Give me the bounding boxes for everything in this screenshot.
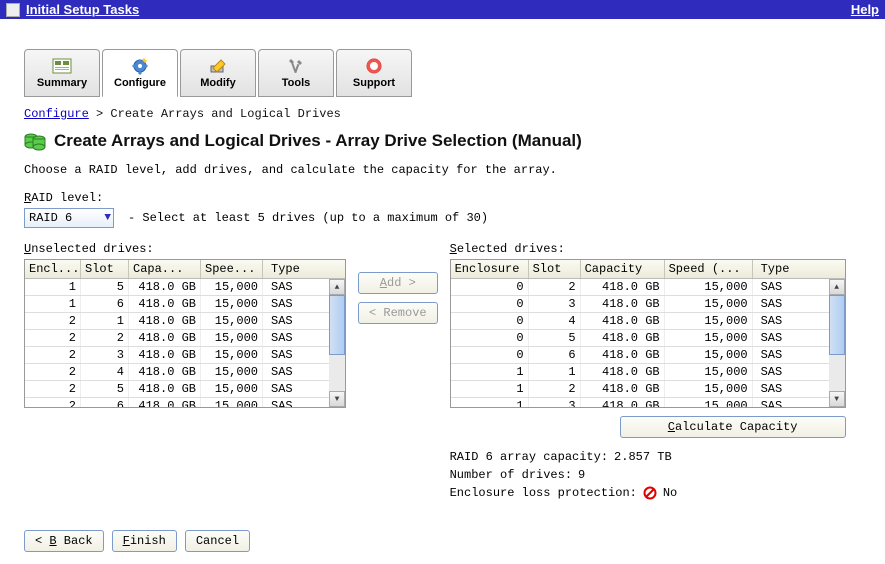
unselected-header: Encl... Slot Capa... Spee... Type [25, 260, 345, 279]
selected-drives-panel: Selected drives: Enclosure Slot Capacity… [450, 242, 846, 408]
breadcrumb-link-configure[interactable]: Configure [24, 107, 89, 121]
tabs-row: Summary Configure Modify Tools Support [24, 49, 861, 97]
table-row[interactable]: 13418.0 GB15,000SAS [451, 398, 829, 407]
instruction-text: Choose a RAID level, add drives, and cal… [24, 163, 861, 177]
window-title: Initial Setup Tasks [6, 2, 139, 17]
capacity-value: 2.857 TB [614, 448, 672, 466]
table-row[interactable]: 24418.0 GB15,000SAS [25, 364, 329, 381]
table-row[interactable]: 23418.0 GB15,000SAS [25, 347, 329, 364]
wizard-buttons: < B Back Finish Cancel [24, 530, 861, 552]
breadcrumb-sep: > [96, 107, 103, 121]
table-row[interactable]: 25418.0 GB15,000SAS [25, 381, 329, 398]
table-row[interactable]: 12418.0 GB15,000SAS [451, 381, 829, 398]
tab-label: Modify [200, 77, 235, 89]
table-row[interactable]: 16418.0 GB15,000SAS [25, 296, 329, 313]
back-button[interactable]: < B Back [24, 530, 104, 552]
elp-label: Enclosure loss protection: [450, 484, 637, 502]
unselected-scrollbar[interactable]: ▲ ▼ [329, 279, 345, 407]
cancel-button[interactable]: Cancel [185, 530, 250, 552]
col-slot[interactable]: Slot [81, 260, 129, 278]
col-enclosure[interactable]: Encl... [25, 260, 81, 278]
tab-summary[interactable]: Summary [24, 49, 100, 97]
table-row[interactable]: 21418.0 GB15,000SAS [25, 313, 329, 330]
capacity-info: RAID 6 array capacity: 2.857 TB Number o… [450, 448, 846, 502]
unselected-grid[interactable]: Encl... Slot Capa... Spee... Type 15418.… [24, 259, 346, 408]
raid-level-hint: - Select at least 5 drives (up to a maxi… [128, 211, 488, 225]
tab-label: Tools [282, 77, 311, 89]
table-row[interactable]: 03418.0 GB15,000SAS [451, 296, 829, 313]
selected-grid[interactable]: Enclosure Slot Capacity Speed (... Type … [450, 259, 846, 408]
selected-label: Selected drives: [450, 242, 846, 256]
scroll-down-icon[interactable]: ▼ [829, 391, 845, 407]
page-header: Create Arrays and Logical Drives - Array… [24, 131, 861, 151]
configure-icon [129, 57, 151, 75]
scroll-down-icon[interactable]: ▼ [329, 391, 345, 407]
table-row[interactable]: 06418.0 GB15,000SAS [451, 347, 829, 364]
chevron-down-icon: ▼ [104, 212, 111, 224]
remove-button[interactable]: < Remove [358, 302, 438, 324]
raid-level-select[interactable]: RAID 6 ▼ [24, 208, 114, 228]
col-capacity[interactable]: Capacity [581, 260, 665, 278]
tab-label: Summary [37, 77, 87, 89]
tab-tools[interactable]: Tools [258, 49, 334, 97]
table-row[interactable]: 05418.0 GB15,000SAS [451, 330, 829, 347]
tab-configure[interactable]: Configure [102, 49, 178, 97]
drives-icon [24, 131, 46, 151]
elp-value: No [663, 484, 677, 502]
unselected-rows[interactable]: 15418.0 GB15,000SAS16418.0 GB15,000SAS21… [25, 279, 329, 407]
col-type[interactable]: Type [263, 260, 329, 278]
table-row[interactable]: 26418.0 GB15,000SAS [25, 398, 329, 407]
col-enclosure[interactable]: Enclosure [451, 260, 529, 278]
table-row[interactable]: 11418.0 GB15,000SAS [451, 364, 829, 381]
no-icon [643, 486, 657, 500]
table-row[interactable]: 15418.0 GB15,000SAS [25, 279, 329, 296]
app-icon [6, 3, 20, 17]
tab-label: Configure [114, 77, 166, 89]
raid-level-label: RAID level: [24, 191, 861, 205]
selected-rows[interactable]: 02418.0 GB15,000SAS03418.0 GB15,000SAS04… [451, 279, 829, 407]
help-link[interactable]: Help [851, 2, 879, 17]
col-capacity[interactable]: Capa... [129, 260, 201, 278]
modify-icon [207, 57, 229, 75]
title-text: Initial Setup Tasks [26, 2, 139, 17]
scroll-up-icon[interactable]: ▲ [329, 279, 345, 295]
tab-support[interactable]: Support [336, 49, 412, 97]
support-icon [363, 57, 385, 75]
breadcrumb: Configure > Create Arrays and Logical Dr… [24, 107, 861, 121]
capacity-label: RAID 6 array capacity: [450, 448, 608, 466]
add-button[interactable]: Add > [358, 272, 438, 294]
tools-icon [285, 57, 307, 75]
scroll-thumb[interactable] [829, 295, 845, 355]
table-row[interactable]: 04418.0 GB15,000SAS [451, 313, 829, 330]
finish-button[interactable]: Finish [112, 530, 177, 552]
scroll-thumb[interactable] [329, 295, 345, 355]
breadcrumb-current: Create Arrays and Logical Drives [110, 107, 340, 121]
col-slot[interactable]: Slot [529, 260, 581, 278]
drives-value: 9 [578, 466, 585, 484]
col-speed[interactable]: Spee... [201, 260, 263, 278]
drives-label: Number of drives: [450, 466, 572, 484]
transfer-buttons: Add > < Remove [358, 272, 438, 324]
tab-label: Support [353, 77, 395, 89]
unselected-drives-panel: Unselected drives: Encl... Slot Capa... … [24, 242, 346, 408]
unselected-label: Unselected drives: [24, 242, 346, 256]
tab-modify[interactable]: Modify [180, 49, 256, 97]
raid-level-value: RAID 6 [29, 211, 72, 225]
selected-header: Enclosure Slot Capacity Speed (... Type [451, 260, 845, 279]
scroll-up-icon[interactable]: ▲ [829, 279, 845, 295]
summary-icon [51, 57, 73, 75]
table-row[interactable]: 02418.0 GB15,000SAS [451, 279, 829, 296]
selected-scrollbar[interactable]: ▲ ▼ [829, 279, 845, 407]
calculate-capacity-button[interactable]: Calculate Capacity [620, 416, 846, 438]
col-type[interactable]: Type [753, 260, 829, 278]
page-title: Create Arrays and Logical Drives - Array… [54, 131, 582, 151]
col-speed[interactable]: Speed (... [665, 260, 753, 278]
title-bar: Initial Setup Tasks Help [0, 0, 885, 19]
table-row[interactable]: 22418.0 GB15,000SAS [25, 330, 329, 347]
